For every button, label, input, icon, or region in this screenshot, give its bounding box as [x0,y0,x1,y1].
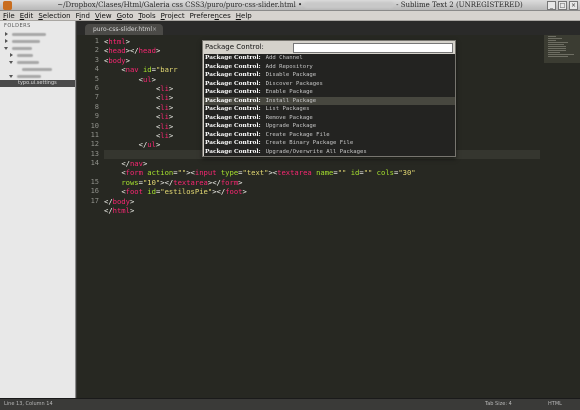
collapsed-arrow-icon[interactable] [10,53,13,57]
line-number: 12 [90,140,99,149]
collapsed-arrow-icon[interactable] [5,39,8,43]
palette-item[interactable]: Package Control: Discover Packages [204,80,455,89]
maximize-button[interactable]: □ [558,1,567,10]
line-number: 9 [94,112,99,121]
line-number: 17 [90,196,99,205]
palette-item[interactable]: Package Control: Upgrade Package [204,122,455,131]
expanded-arrow-icon[interactable] [4,47,8,50]
tab-bar: puro-css-slider.html × [77,21,580,35]
line-number: 2 [94,46,99,55]
sidebar-folder[interactable] [0,31,75,38]
palette-item[interactable]: Package Control: Create Binary Package Fi… [204,139,455,148]
menu-bar: File Edit Selection Find View Goto Tools Projec… [0,11,580,21]
line-number: 8 [94,102,99,111]
status-bar: Line 13, Column 14 Tab Size: 4 HTML [0,398,580,410]
palette-item[interactable]: Package Control: Upgrade/Overwrite All Pa… [204,148,455,157]
palette-item[interactable]: Package Control: Add Repository [204,63,455,72]
line-number: 6 [94,83,99,92]
tab-close-icon[interactable]: × [152,24,157,35]
palette-item[interactable]: Package Control: List Packages [204,105,455,114]
palette-item[interactable]: Package Control: Remove Package [204,114,455,123]
sidebar-folder[interactable] [0,52,75,59]
sidebar-folder[interactable] [0,45,75,52]
palette-results-list: Package Control: Add Channel Package Contr… [204,54,455,156]
sidebar-folder[interactable] [0,38,75,45]
minimize-button[interactable]: _ [547,1,556,10]
line-number: 15 [90,177,99,186]
palette-item[interactable]: Package Control: Disable Package [204,71,455,80]
menu-item[interactable]: Tools [138,12,155,20]
cursor-position: Line 13, Column 14 [4,401,53,407]
line-number: 13 [90,149,99,158]
palette-prompt: Package Control: [205,43,264,51]
menu-item[interactable]: Selection [38,12,70,20]
line-number [77,168,99,177]
palette-search-input[interactable] [293,43,453,53]
menu-item[interactable]: Project [161,12,185,20]
minimap[interactable] [544,35,580,85]
expanded-arrow-icon[interactable] [9,75,13,78]
line-number: 7 [94,93,99,102]
palette-item[interactable]: Package Control: Add Channel [204,54,455,63]
menu-item[interactable]: File [3,12,15,20]
sidebar-folder[interactable] [0,73,75,80]
line-number: 11 [90,130,99,139]
line-number: 5 [94,74,99,83]
title-bar: ~/Dropbox/Clases/Html/Galeria css CSS3/p… [0,0,580,11]
menu-item[interactable]: Preferences [190,12,231,20]
line-number: 16 [90,187,99,196]
menu-item[interactable]: Help [236,12,252,20]
tab-size-selector[interactable]: Tab Size: 4 [485,399,512,410]
sidebar-item-selected[interactable]: typo.ui.settings [0,80,75,87]
close-button[interactable]: × [569,1,578,10]
tab-puro-css-slider[interactable]: puro-css-slider.html × [85,24,163,35]
redacted-text [304,2,395,8]
line-gutter: 1 2 3 4 5 6 7 8 9 10 11 12 13 14 15 16 17 [77,37,99,206]
line-number: 10 [90,121,99,130]
menu-item[interactable]: Edit [20,12,34,20]
palette-item[interactable]: Package Control: Install Package [204,96,455,105]
menu-item[interactable]: View [95,12,112,20]
sidebar-header: FOLDERS [4,23,31,29]
collapsed-arrow-icon[interactable] [5,32,8,36]
syntax-selector[interactable]: HTML [548,399,562,410]
sidebar-folder[interactable] [0,59,75,66]
palette-item[interactable]: Package Control: Enable Package [204,88,455,97]
line-number: 14 [90,159,99,168]
sidebar-file[interactable] [0,66,75,73]
command-palette: Package Control: Package Control: Add Cha… [202,40,456,157]
palette-item[interactable]: Package Control: Create Package File [204,131,455,140]
menu-item[interactable]: Goto [117,12,134,20]
expanded-arrow-icon[interactable] [9,61,13,64]
line-number: 4 [94,65,99,74]
window-title: ~/Dropbox/Clases/Html/Galeria css CSS3/p… [57,1,523,9]
line-number: 3 [94,55,99,64]
menu-item[interactable]: Find [76,12,90,20]
sidebar: FOLDERS typo.ui.settings [0,21,76,398]
line-number: 1 [94,37,99,45]
minimap-viewport[interactable] [544,35,580,63]
